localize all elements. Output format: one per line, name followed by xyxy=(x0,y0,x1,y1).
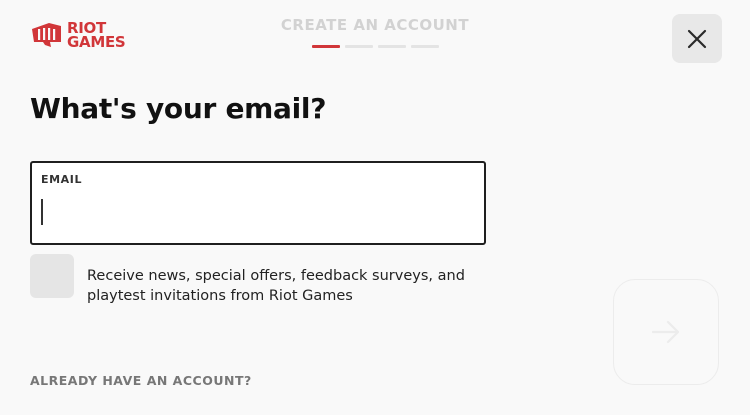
stepper: CREATE AN ACCOUNT xyxy=(276,16,474,48)
step-progress xyxy=(276,45,474,48)
step-indicator-4 xyxy=(410,45,439,48)
email-label: EMAIL xyxy=(41,173,83,186)
already-have-account-link[interactable]: ALREADY HAVE AN ACCOUNT? xyxy=(30,373,252,388)
riot-games-logo: RIOT GAMES xyxy=(30,20,126,51)
email-input[interactable] xyxy=(41,197,471,227)
arrow-right-icon xyxy=(651,320,680,344)
close-icon xyxy=(687,29,707,48)
email-field[interactable]: EMAIL xyxy=(30,161,486,245)
step-indicator-2 xyxy=(344,45,373,48)
newsletter-checkbox-label: Receive news, special offers, feedback s… xyxy=(87,268,465,304)
stepper-title: CREATE AN ACCOUNT xyxy=(280,16,470,34)
riot-fist-logo-icon xyxy=(32,23,61,47)
logo-line-2: GAMES xyxy=(67,33,126,51)
signup-page: RIOT GAMES CREATE AN ACCOUNT What's your… xyxy=(0,0,750,415)
page-title: What's your email? xyxy=(30,92,327,125)
logo-wordmark: RIOT GAMES xyxy=(67,21,126,51)
next-button[interactable] xyxy=(613,279,719,385)
close-button[interactable] xyxy=(672,14,722,63)
step-indicator-3 xyxy=(377,45,406,48)
step-indicator-1 xyxy=(311,45,340,48)
newsletter-checkbox[interactable] xyxy=(30,254,74,298)
